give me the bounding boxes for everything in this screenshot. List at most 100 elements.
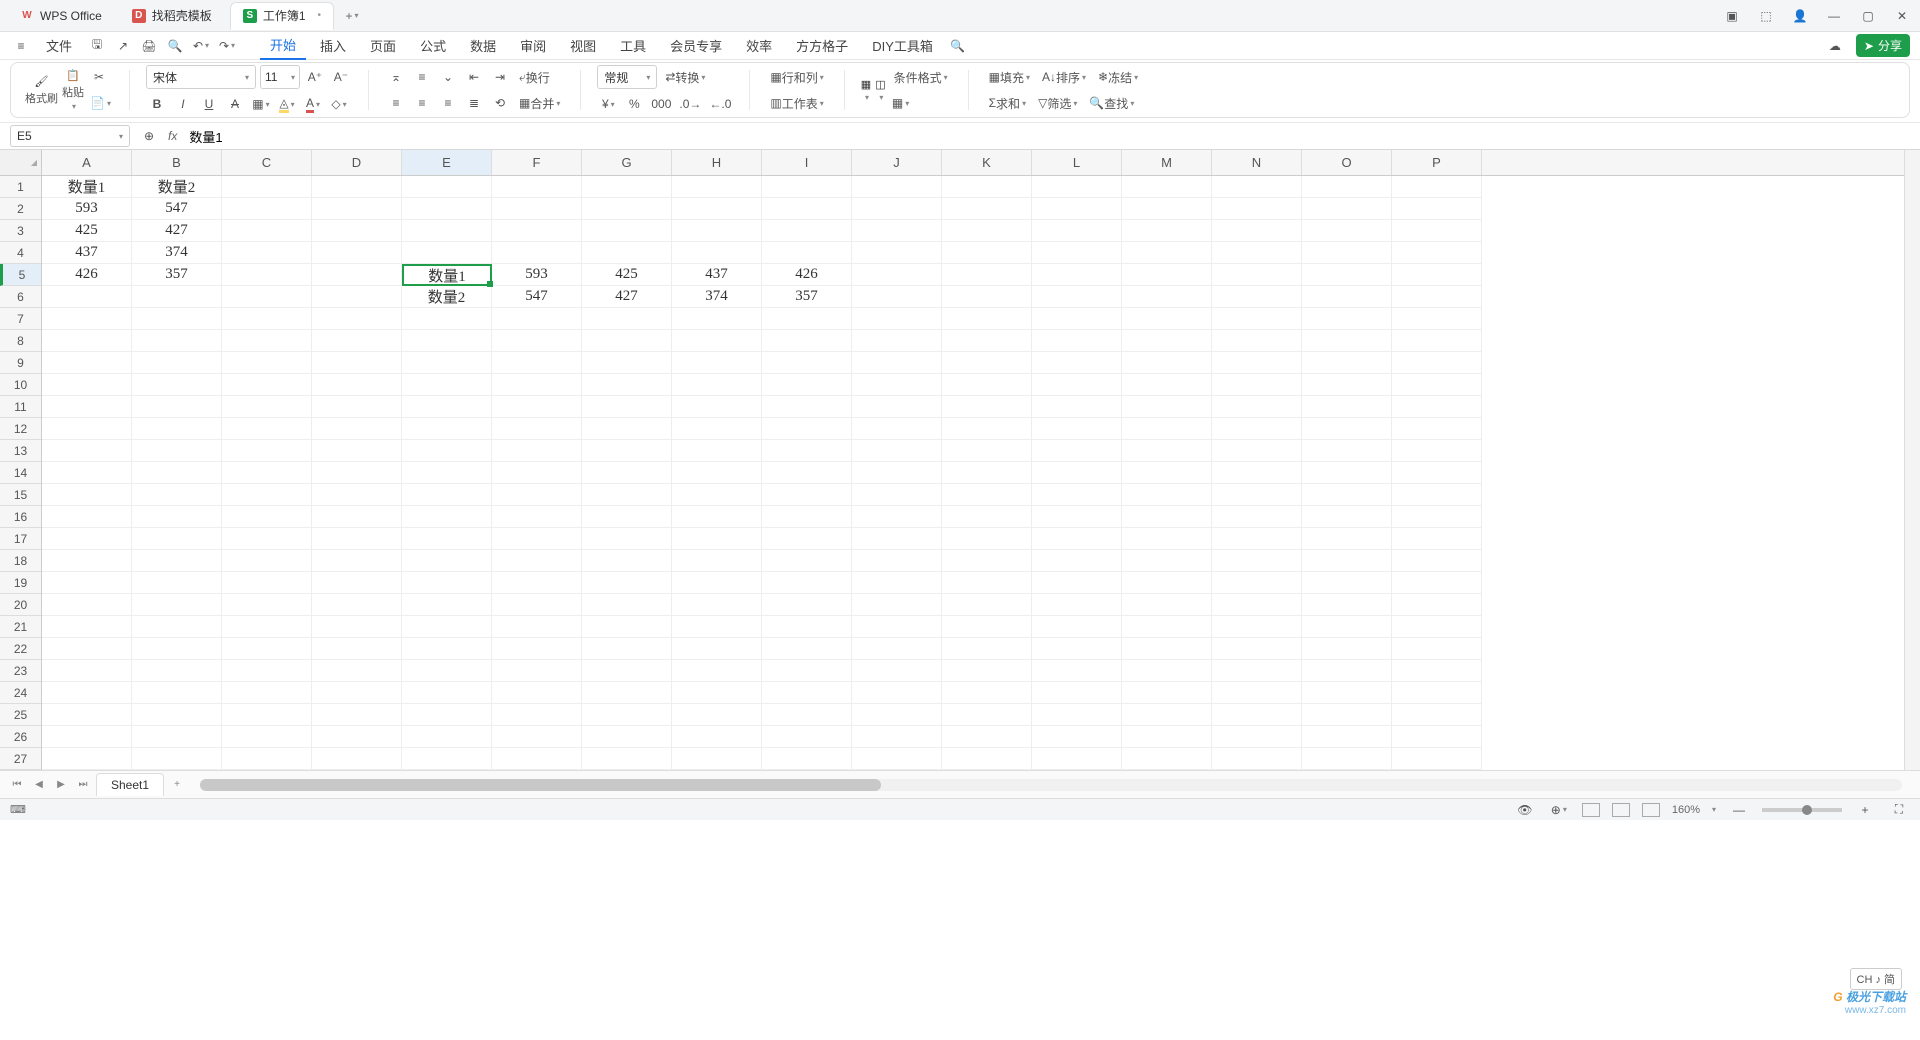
cell-C15[interactable] — [222, 484, 312, 506]
export-icon[interactable]: ↗ — [112, 35, 134, 57]
cell-K16[interactable] — [942, 506, 1032, 528]
cell-D3[interactable] — [312, 220, 402, 242]
cell-F15[interactable] — [492, 484, 582, 506]
align-right-button[interactable]: ≡ — [437, 92, 459, 114]
sheet-nav-next[interactable]: ▶ — [52, 776, 70, 794]
cell-H27[interactable] — [672, 748, 762, 770]
cell-E21[interactable] — [402, 616, 492, 638]
cell-L6[interactable] — [1032, 286, 1122, 308]
cell-G9[interactable] — [582, 352, 672, 374]
cell-K10[interactable] — [942, 374, 1032, 396]
cell-C20[interactable] — [222, 594, 312, 616]
cell-D13[interactable] — [312, 440, 402, 462]
cell-N19[interactable] — [1212, 572, 1302, 594]
cell-K19[interactable] — [942, 572, 1032, 594]
cell-J25[interactable] — [852, 704, 942, 726]
menu-insert[interactable]: 插入 — [310, 32, 356, 59]
cell-L17[interactable] — [1032, 528, 1122, 550]
cell-P21[interactable] — [1392, 616, 1482, 638]
cell-J24[interactable] — [852, 682, 942, 704]
cell-I21[interactable] — [762, 616, 852, 638]
cell-E14[interactable] — [402, 462, 492, 484]
cell-J27[interactable] — [852, 748, 942, 770]
cell-E11[interactable] — [402, 396, 492, 418]
cell-I13[interactable] — [762, 440, 852, 462]
cell-O6[interactable] — [1302, 286, 1392, 308]
cell-P25[interactable] — [1392, 704, 1482, 726]
cell-P23[interactable] — [1392, 660, 1482, 682]
share-button[interactable]: ➤ 分享 — [1856, 34, 1910, 57]
cell-P14[interactable] — [1392, 462, 1482, 484]
cell-H23[interactable] — [672, 660, 762, 682]
cell-M21[interactable] — [1122, 616, 1212, 638]
col-header-E[interactable]: E — [402, 150, 492, 175]
menu-file[interactable]: 文件 — [36, 32, 82, 59]
cell-E1[interactable] — [402, 176, 492, 198]
cell-B9[interactable] — [132, 352, 222, 374]
cell-B18[interactable] — [132, 550, 222, 572]
cell-style-button[interactable]: ◫ — [875, 78, 885, 102]
cell-H9[interactable] — [672, 352, 762, 374]
cell-K14[interactable] — [942, 462, 1032, 484]
cell-M24[interactable] — [1122, 682, 1212, 704]
cell-C21[interactable] — [222, 616, 312, 638]
cell-B10[interactable] — [132, 374, 222, 396]
sort-button[interactable]: A↓ 排序 — [1038, 66, 1090, 88]
cell-O25[interactable] — [1302, 704, 1392, 726]
cell-C27[interactable] — [222, 748, 312, 770]
cell-F22[interactable] — [492, 638, 582, 660]
col-header-P[interactable]: P — [1392, 150, 1482, 175]
cell-K20[interactable] — [942, 594, 1032, 616]
cell-M12[interactable] — [1122, 418, 1212, 440]
cell-A7[interactable] — [42, 308, 132, 330]
cell-C17[interactable] — [222, 528, 312, 550]
cell-H1[interactable] — [672, 176, 762, 198]
cell-A17[interactable] — [42, 528, 132, 550]
font-color-button[interactable]: A — [302, 93, 324, 115]
cell-M4[interactable] — [1122, 242, 1212, 264]
cell-P12[interactable] — [1392, 418, 1482, 440]
name-box[interactable]: E5 ▾ — [10, 125, 130, 147]
maximize-button[interactable]: ▢ — [1858, 6, 1878, 26]
cell-B23[interactable] — [132, 660, 222, 682]
cell-G20[interactable] — [582, 594, 672, 616]
increase-font-button[interactable]: A⁺ — [304, 66, 326, 88]
cell-M2[interactable] — [1122, 198, 1212, 220]
cell-F14[interactable] — [492, 462, 582, 484]
col-header-B[interactable]: B — [132, 150, 222, 175]
cell-N10[interactable] — [1212, 374, 1302, 396]
vertical-scrollbar[interactable] — [1904, 150, 1920, 770]
cell-E7[interactable] — [402, 308, 492, 330]
cell-A22[interactable] — [42, 638, 132, 660]
print-preview-icon[interactable]: 🔍 — [164, 35, 186, 57]
cell-I6[interactable]: 357 — [762, 286, 852, 308]
cell-K18[interactable] — [942, 550, 1032, 572]
row-header-1[interactable]: 1 — [0, 176, 41, 198]
cell-N18[interactable] — [1212, 550, 1302, 572]
cell-F27[interactable] — [492, 748, 582, 770]
cell-I1[interactable] — [762, 176, 852, 198]
percent-button[interactable]: % — [623, 93, 645, 115]
print-icon[interactable]: 🖨 — [138, 35, 160, 57]
menu-view[interactable]: 视图 — [560, 32, 606, 59]
sum-button[interactable]: Σ 求和 — [985, 92, 1030, 114]
cell-L26[interactable] — [1032, 726, 1122, 748]
copy-button[interactable]: 📄 — [88, 92, 113, 114]
cell-O21[interactable] — [1302, 616, 1392, 638]
cell-C14[interactable] — [222, 462, 312, 484]
cell-L7[interactable] — [1032, 308, 1122, 330]
cell-F17[interactable] — [492, 528, 582, 550]
cell-P22[interactable] — [1392, 638, 1482, 660]
cell-C10[interactable] — [222, 374, 312, 396]
cell-B11[interactable] — [132, 396, 222, 418]
cell-N23[interactable] — [1212, 660, 1302, 682]
cell-C22[interactable] — [222, 638, 312, 660]
cell-M19[interactable] — [1122, 572, 1212, 594]
format-as-table-button[interactable]: ▦ — [890, 92, 912, 114]
increase-decimal-button[interactable]: .0→ — [677, 93, 703, 115]
cell-G22[interactable] — [582, 638, 672, 660]
cell-N17[interactable] — [1212, 528, 1302, 550]
cell-D2[interactable] — [312, 198, 402, 220]
cell-O19[interactable] — [1302, 572, 1392, 594]
cell-L10[interactable] — [1032, 374, 1122, 396]
